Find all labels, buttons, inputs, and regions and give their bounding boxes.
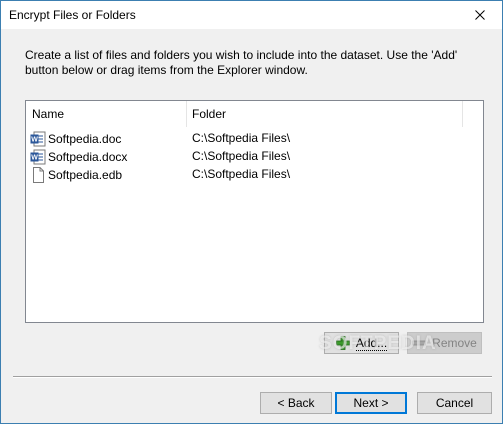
- row-name-cell: W Softpedia.docx: [30, 148, 127, 165]
- blank-file-icon: [33, 166, 44, 183]
- file-name: Softpedia.docx: [48, 149, 128, 164]
- add-button[interactable]: Add...: [324, 332, 399, 354]
- file-folder: C:\Softpedia Files\: [192, 167, 291, 181]
- svg-text:W: W: [31, 154, 38, 161]
- instructions-text: Create a list of files and folders you w…: [25, 48, 458, 77]
- window-title: Encrypt Files or Folders: [9, 8, 136, 22]
- table-row[interactable]: Softpedia.edb C:\Softpedia Files\: [26, 165, 483, 183]
- column-separator[interactable]: [186, 101, 187, 127]
- remove-button-label: Remove: [432, 336, 477, 350]
- file-name: Softpedia.doc: [48, 131, 122, 146]
- word-document-icon: W: [30, 131, 46, 146]
- file-list[interactable]: Name Folder W Softpedia.doc C:\Softpedia…: [25, 100, 484, 323]
- file-folder: C:\Softpedia Files\: [192, 149, 291, 163]
- file-folder: C:\Softpedia Files\: [192, 131, 291, 145]
- back-button[interactable]: < Back: [260, 392, 332, 414]
- list-header: Name Folder: [26, 101, 483, 128]
- file-name: Softpedia.edb: [48, 167, 123, 182]
- remove-button[interactable]: Remove: [407, 332, 482, 354]
- table-row[interactable]: W Softpedia.docx C:\Softpedia Files\: [26, 147, 483, 165]
- word-document-icon: W: [30, 149, 46, 164]
- table-row[interactable]: W Softpedia.doc C:\Softpedia Files\: [26, 129, 483, 147]
- close-icon: [475, 10, 485, 20]
- column-header-folder[interactable]: Folder: [192, 101, 226, 127]
- next-button[interactable]: Next >: [335, 392, 407, 414]
- cancel-button[interactable]: Cancel: [417, 392, 492, 414]
- column-separator[interactable]: [462, 101, 463, 127]
- title-bar[interactable]: Encrypt Files or Folders: [1, 1, 502, 29]
- add-button-label: Add...: [355, 335, 388, 351]
- column-header-name[interactable]: Name: [32, 101, 64, 127]
- list-rows: W Softpedia.doc C:\Softpedia Files\ W So…: [26, 129, 483, 183]
- dialog-window: Encrypt Files or Folders Create a list o…: [0, 0, 503, 424]
- footer-separator: [13, 376, 492, 378]
- minus-icon: [412, 340, 427, 346]
- row-name-cell: W Softpedia.doc: [30, 130, 121, 147]
- row-name-cell: Softpedia.edb: [30, 166, 122, 183]
- plus-icon: [335, 336, 350, 350]
- close-button[interactable]: [458, 1, 502, 29]
- svg-text:W: W: [31, 136, 38, 143]
